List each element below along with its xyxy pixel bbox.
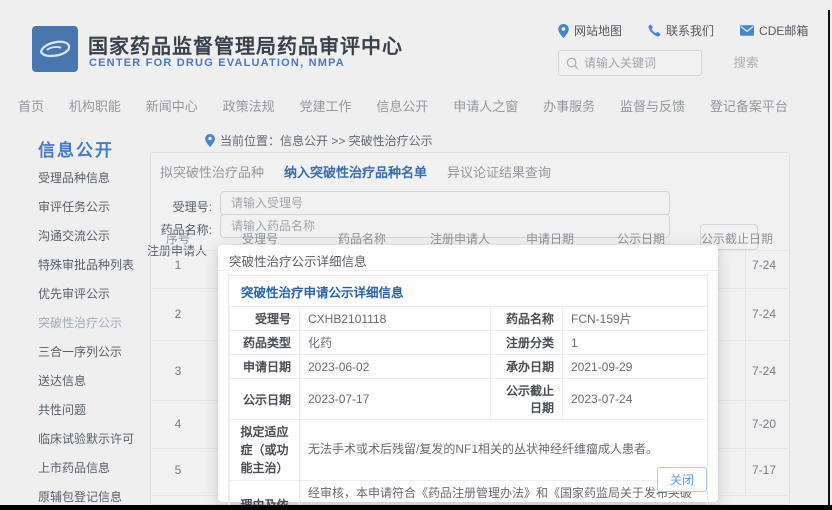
field-label: 注册分类 bbox=[491, 331, 563, 355]
detail-box: 突破性治疗申请公示详细信息 受理号 CXHB2101118 药品名称 FCN-1… bbox=[228, 275, 708, 510]
frame-border-right bbox=[828, 10, 830, 505]
table-row: 公示日期 2023-07-17 公示截止日期 2023-07-24 bbox=[230, 379, 708, 420]
field-label: 公示日期 bbox=[230, 379, 300, 420]
table-row: 药品类型 化药 注册分类 1 bbox=[230, 331, 708, 355]
page: 国家药品监督管理局药品审评中心 CENTER FOR DRUG EVALUATI… bbox=[0, 0, 832, 510]
field-label: 受理号 bbox=[230, 307, 300, 331]
detail-dialog: 突破性治疗公示详细信息 突破性治疗申请公示详细信息 受理号 CXHB210111… bbox=[218, 245, 718, 502]
detail-section-title: 突破性治疗申请公示详细信息 bbox=[229, 276, 707, 306]
detail-table: 受理号 CXHB2101118 药品名称 FCN-159片 药品类型 化药 注册… bbox=[229, 306, 708, 510]
table-row: 拟定适应症（或功能主治） 无法手术或术后残留/复发的NF1相关的丛状神经纤维瘤成… bbox=[230, 420, 708, 481]
field-value: 化药 bbox=[300, 331, 491, 355]
indication-value: 无法手术或术后残留/复发的NF1相关的丛状神经纤维瘤成人患者。 bbox=[300, 420, 708, 481]
field-value: 2023-07-17 bbox=[300, 379, 491, 420]
field-value: 2023-07-24 bbox=[563, 379, 708, 420]
field-label: 药品类型 bbox=[230, 331, 300, 355]
field-value: CXHB2101118 bbox=[300, 307, 491, 331]
field-label: 申请日期 bbox=[230, 355, 300, 379]
field-value: 1 bbox=[563, 331, 708, 355]
field-value: FCN-159片 bbox=[563, 307, 708, 331]
field-value: 2021-09-29 bbox=[563, 355, 708, 379]
field-label: 公示截止日期 bbox=[491, 379, 563, 420]
indication-label: 拟定适应症（或功能主治） bbox=[230, 420, 300, 481]
dialog-title: 突破性治疗公示详细信息 bbox=[229, 251, 367, 270]
table-row: 申请日期 2023-06-02 承办日期 2021-09-29 bbox=[230, 355, 708, 379]
frame-border-bottom bbox=[0, 505, 832, 510]
field-value: 2023-06-02 bbox=[300, 355, 491, 379]
field-label: 承办日期 bbox=[491, 355, 563, 379]
close-button[interactable]: 关闭 bbox=[657, 467, 707, 492]
field-label: 药品名称 bbox=[491, 307, 563, 331]
dialog-divider bbox=[218, 270, 718, 271]
table-row: 受理号 CXHB2101118 药品名称 FCN-159片 bbox=[230, 307, 708, 331]
